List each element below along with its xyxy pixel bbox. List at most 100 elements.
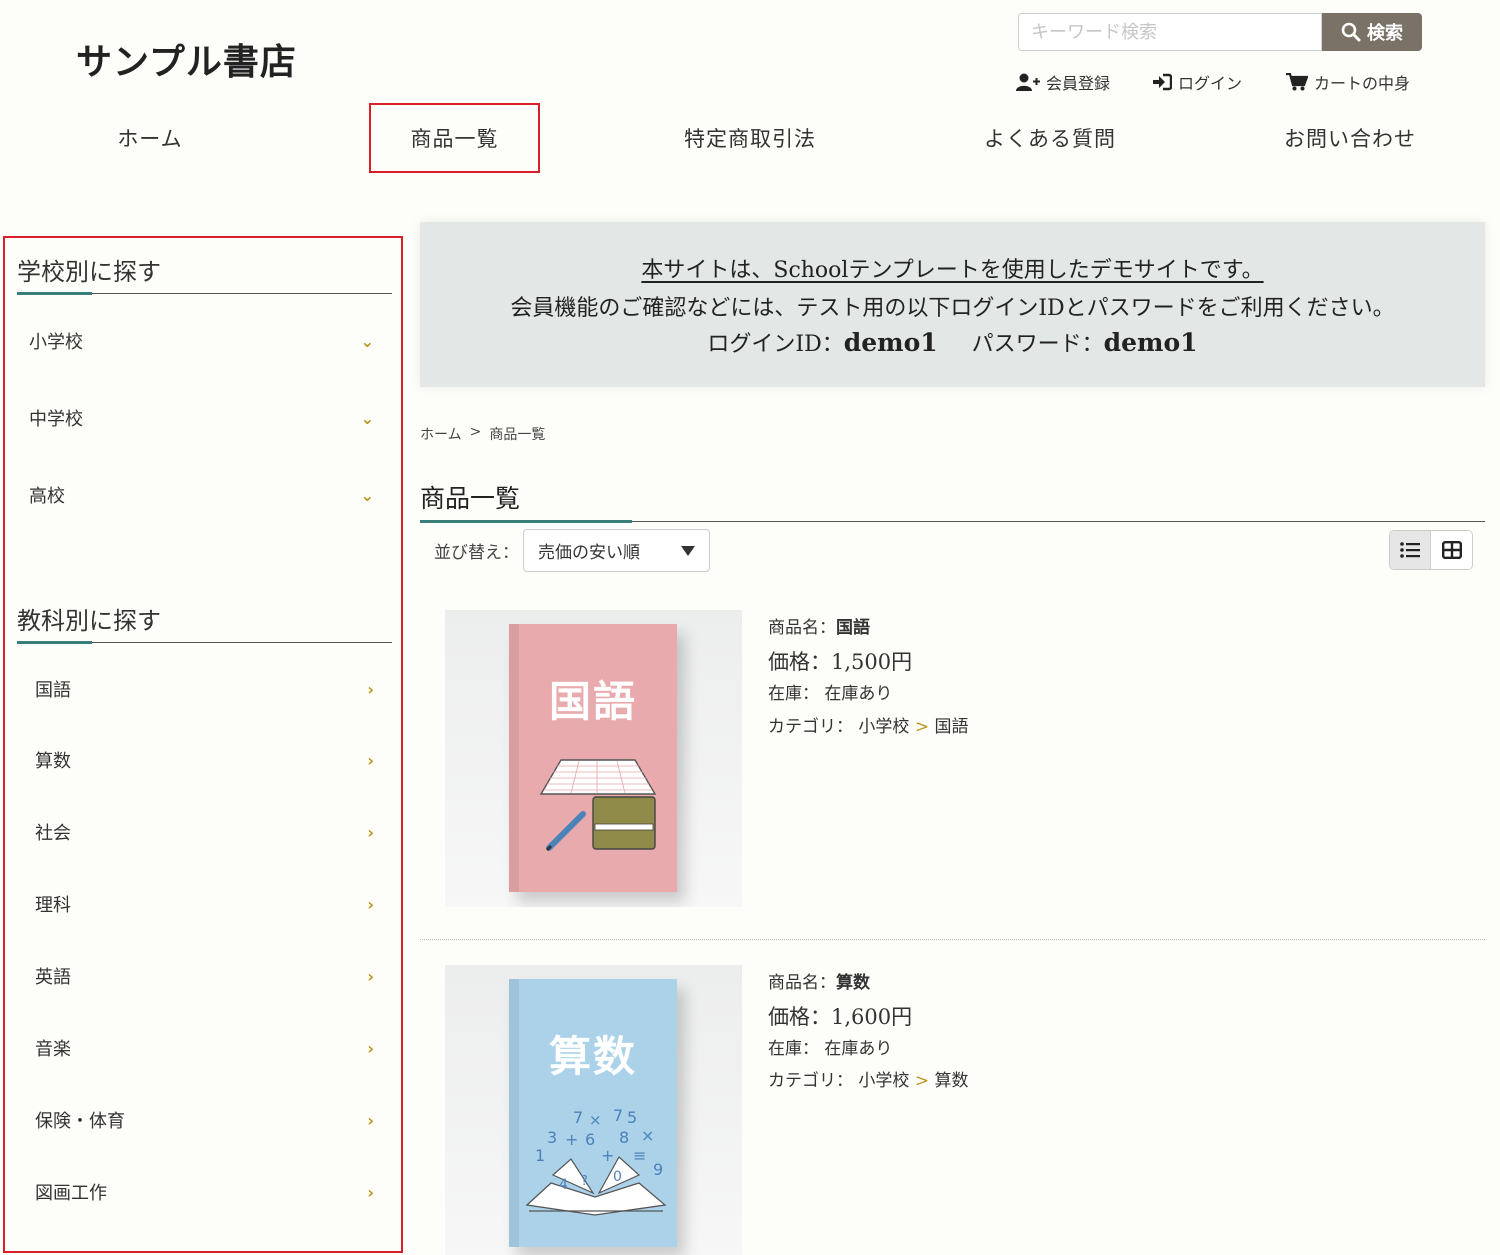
book-cover-title: 算数 [548, 1032, 637, 1081]
login-id-label: ログインID： [707, 332, 844, 357]
product-stock: 在庫あり [824, 684, 893, 704]
category-parent-link[interactable]: 小学校 [858, 1071, 909, 1091]
sidebar-item-label: 小学校 [29, 332, 83, 353]
product-name-label: 商品名： [768, 973, 836, 993]
chevron-right-icon: › [367, 679, 374, 699]
math-book-illustration: 7 × 7 5 3 + 6 8 × 1 + ≡ 9 4 0 ? [525, 1106, 667, 1216]
login-label: ログイン [1178, 74, 1243, 93]
svg-text:×: × [641, 1126, 654, 1145]
school-heading: 学校別に探す [17, 252, 392, 295]
book-cover: 国語 [509, 624, 677, 892]
product-price: 1,500円 [831, 650, 913, 674]
search-button[interactable]: 検索 [1322, 13, 1422, 51]
svg-text:?: ? [581, 1174, 588, 1189]
chevron-right-icon: › [367, 1038, 374, 1058]
breadcrumb-current: 商品一覧 [489, 427, 546, 443]
svg-text:≡: ≡ [633, 1146, 646, 1165]
books-illustration [539, 759, 657, 852]
category-child-link[interactable]: 国語 [934, 717, 968, 737]
svg-text:4: 4 [559, 1177, 568, 1193]
demo-notice-banner: 本サイトは、Schoolテンプレートを使用したデモサイトです。 会員機能のご確認… [420, 222, 1485, 387]
breadcrumb-home[interactable]: ホーム [420, 424, 462, 444]
product-price-label: 価格： [768, 650, 831, 674]
chevron-down-icon: ⌄ [360, 331, 374, 351]
search-icon [1341, 22, 1361, 42]
demo-notice-link[interactable]: 本サイトは、Schoolテンプレートを使用したデモサイトです。 [641, 258, 1263, 283]
svg-text:8: 8 [619, 1128, 629, 1147]
sidebar-item-science[interactable]: 理科 › [35, 891, 374, 917]
sidebar-item-label: 図画工作 [35, 1183, 107, 1204]
product-stock: 在庫あり [824, 1039, 893, 1059]
category-child-link[interactable]: 算数 [934, 1071, 968, 1091]
list-icon [1400, 542, 1420, 558]
category-parent-link[interactable]: 小学校 [858, 717, 909, 737]
nav-products[interactable]: 商品一覧 [369, 103, 540, 173]
chevron-right-icon: › [367, 894, 374, 914]
svg-text:1: 1 [535, 1146, 545, 1165]
list-view-button[interactable] [1390, 531, 1431, 569]
cart-link[interactable]: カートの中身 [1286, 70, 1410, 94]
product-name-label: 商品名： [768, 618, 836, 638]
sidebar-item-english[interactable]: 英語 › [35, 963, 374, 989]
product-price-label: 価格： [768, 1005, 831, 1029]
login-link[interactable]: ログイン [1152, 70, 1242, 94]
product-divider [420, 939, 1485, 940]
sort-control: 並び替え： 売価の安い順 [434, 529, 710, 572]
category-separator: > [914, 717, 930, 737]
breadcrumb: ホーム > 商品一覧 [420, 424, 545, 444]
chevron-right-icon: › [367, 822, 374, 842]
sidebar-item-high-school[interactable]: 高校 ⌄ [29, 482, 374, 508]
product-stock-label: 在庫： [768, 1039, 819, 1059]
sidebar-item-math[interactable]: 算数 › [35, 747, 374, 773]
subject-heading: 教科別に探す [17, 601, 392, 644]
demo-notice-text: 会員機能のご確認などには、テスト用の以下ログインIDとパスワードをご利用ください… [510, 296, 1395, 321]
register-link[interactable]: 会員登録 [1016, 70, 1110, 94]
sidebar-item-label: 英語 [35, 967, 71, 988]
search-box: 検索 [1018, 13, 1422, 51]
nav-faq[interactable]: よくある質問 [950, 103, 1150, 173]
sidebar-item-japanese[interactable]: 国語 › [35, 676, 374, 702]
product-name[interactable]: 算数 [836, 973, 870, 993]
product-item: 算数 7 × 7 5 3 + 6 8 × 1 + ≡ 9 4 0 ? 商品名：算… [445, 965, 1485, 1255]
cart-label: カートの中身 [1314, 74, 1411, 93]
user-plus-icon [1016, 73, 1040, 91]
login-icon [1153, 73, 1173, 91]
password-value: demo1 [1103, 328, 1198, 357]
sidebar-item-elementary[interactable]: 小学校 ⌄ [29, 328, 374, 354]
sidebar-item-music[interactable]: 音楽 › [35, 1035, 374, 1061]
svg-text:6: 6 [585, 1130, 595, 1149]
sidebar-item-label: 保険・体育 [35, 1111, 125, 1132]
product-image[interactable]: 国語 [445, 610, 742, 907]
search-input[interactable] [1018, 13, 1322, 51]
chevron-right-icon: › [367, 966, 374, 986]
nav-legal[interactable]: 特定商取引法 [650, 103, 850, 173]
nav-contact[interactable]: お問い合わせ [1250, 103, 1450, 173]
sidebar-item-label: 国語 [35, 680, 71, 701]
svg-text:7: 7 [613, 1106, 623, 1125]
sidebar-item-label: 理科 [35, 895, 71, 916]
product-category-label: カテゴリ： [768, 717, 853, 737]
book-cover-title: 国語 [548, 677, 637, 726]
product-name[interactable]: 国語 [836, 618, 870, 638]
sidebar-item-art[interactable]: 図画工作 › [35, 1179, 374, 1205]
grid-view-button[interactable] [1431, 531, 1472, 569]
svg-text:5: 5 [627, 1108, 637, 1127]
sort-label: 並び替え： [434, 543, 519, 563]
chevron-right-icon: › [367, 1110, 374, 1130]
nav-home[interactable]: ホーム [50, 103, 250, 173]
svg-text:3: 3 [547, 1128, 557, 1147]
breadcrumb-separator: > [469, 424, 482, 440]
sidebar-item-social[interactable]: 社会 › [35, 819, 374, 845]
sidebar-item-junior-high[interactable]: 中学校 ⌄ [29, 405, 374, 431]
product-image[interactable]: 算数 7 × 7 5 3 + 6 8 × 1 + ≡ 9 4 0 ? [445, 965, 742, 1255]
svg-text:7: 7 [573, 1108, 583, 1127]
site-logo[interactable]: サンプル書店 [76, 33, 297, 85]
sidebar-item-pe[interactable]: 保険・体育 › [35, 1107, 374, 1133]
login-id-value: demo1 [843, 328, 938, 357]
category-separator: > [914, 1071, 930, 1091]
utility-links: 会員登録 ログイン カートの中身 [1016, 70, 1410, 94]
sort-select[interactable]: 売価の安い順 [523, 529, 710, 572]
cart-icon [1286, 73, 1309, 91]
password-label: パスワード： [971, 332, 1104, 357]
view-toggle [1389, 530, 1473, 570]
